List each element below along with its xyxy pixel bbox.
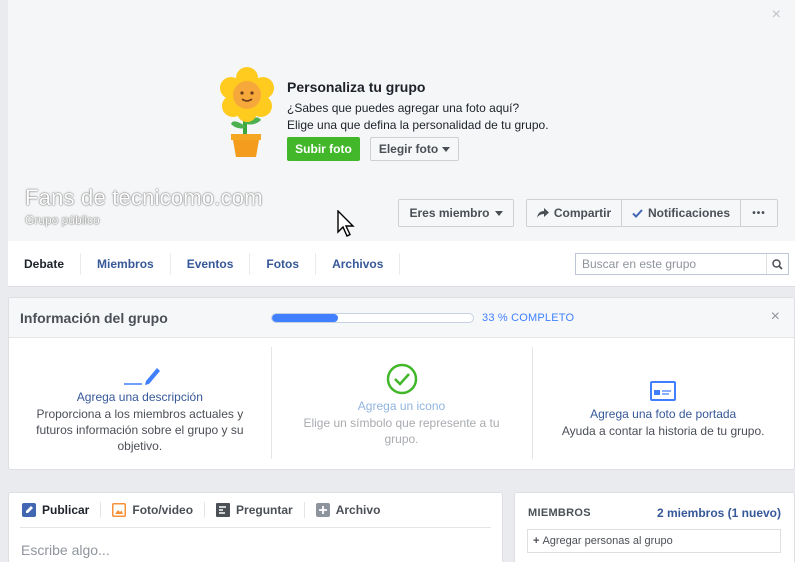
member-label: Eres miembro [409,206,490,220]
group-info-title: Información del grupo [20,310,168,326]
group-nav-bar: Debate Miembros Eventos Fotos Archivos [8,241,795,287]
add-description-link[interactable]: Agrega una descripción [9,390,271,404]
icon-help: Elige un símbolo que represente a tu gru… [303,416,500,446]
flower-icon [220,67,274,157]
caret-down-icon [494,210,503,216]
add-icon-link[interactable]: Agrega un icono [271,399,533,413]
tab-eventos[interactable]: Eventos [171,253,251,275]
progress-fill [272,314,339,322]
composer-tab-label: Archivo [335,503,381,517]
composer-tab-preguntar[interactable]: Preguntar [205,502,305,518]
edit-icon [22,503,36,517]
notifications-button[interactable]: Notificaciones [622,200,741,226]
search-icon [772,258,783,270]
add-members-placeholder: Agregar personas al grupo [542,535,673,547]
add-members-input[interactable]: + Agregar personas al grupo [527,529,781,553]
tab-fotos[interactable]: Fotos [250,253,317,275]
action-buttons: Compartir Notificaciones ••• [526,199,778,227]
share-button[interactable]: Compartir [527,200,622,226]
description-help: Proporciona a los miembros actuales y fu… [36,407,244,453]
group-search [575,253,789,275]
close-icon[interactable]: × [772,6,781,24]
group-tabs: Debate Miembros Eventos Fotos Archivos [8,241,401,287]
setup-columns: Agrega una descripción Proporciona a los… [9,339,794,469]
add-file-icon [315,503,330,517]
composer-tab-publicar[interactable]: Publicar [20,502,102,518]
composer-tabs: Publicar Foto/video Preguntar Archivo [20,493,491,528]
add-cover-link[interactable]: Agrega una foto de portada [532,407,794,421]
upload-photo-label: Subir foto [295,142,352,156]
cover-area: × Personaliza tu grupo ¿Sabes que puedes… [8,0,795,241]
members-count-link[interactable]: 2 miembros (1 nuevo) [657,506,781,520]
share-arrow-icon [536,208,549,218]
choose-photo-button[interactable]: Elegir foto [370,137,459,161]
choose-photo-label: Elegir foto [378,142,439,156]
more-options-button[interactable]: ••• [741,200,777,226]
tab-debate[interactable]: Debate [8,253,82,275]
group-name[interactable]: Fans de tecnicomo.com [25,185,263,211]
poll-icon [216,503,231,517]
caret-down-icon [442,146,451,152]
check-icon [632,208,643,218]
cover-help: Ayuda a contar la historia de tu grupo. [561,424,765,438]
customize-title: Personaliza tu grupo [287,79,426,95]
composer-tab-label: Publicar [42,503,90,517]
group-info-card: Información del grupo 33 % COMPLETO × Ag… [8,297,795,470]
customize-text: Elige una que defina la personalidad de … [287,118,549,132]
search-input[interactable] [576,257,766,271]
setup-description: Agrega una descripción Proporciona a los… [9,339,271,469]
group-info-header: Información del grupo 33 % COMPLETO × [9,298,794,338]
check-circle-icon [386,363,417,395]
upload-photo-button[interactable]: Subir foto [287,137,360,161]
progress-bar [271,313,474,323]
share-label: Compartir [553,206,612,220]
progress-label: 33 % COMPLETO [482,312,575,324]
composer-tab-archivo[interactable]: Archivo [305,502,392,518]
setup-icon: Agrega un icono Elige un símbolo que rep… [270,339,533,469]
plus-icon: + [533,535,540,547]
composer-tab-label: Foto/video [132,503,194,517]
notifications-label: Notificaciones [647,206,731,220]
cover-photo-icon [650,381,677,401]
customize-text: ¿Sabes que puedes agregar una foto aquí? [287,101,520,115]
composer-tab-label: Preguntar [236,503,293,517]
setup-cover: Agrega una foto de portada Ayuda a conta… [532,339,794,469]
close-icon[interactable]: × [771,308,780,326]
member-button[interactable]: Eres miembro [398,199,514,227]
members-title: MIEMBROS [528,507,591,519]
pencil-icon [123,368,160,385]
post-composer: Publicar Foto/video Preguntar Archivo Es… [8,492,503,562]
search-button[interactable] [766,254,788,274]
more-icon: ••• [752,207,766,219]
composer-input[interactable]: Escribe algo... [21,542,110,558]
tab-miembros[interactable]: Miembros [81,253,171,275]
mouse-cursor-icon [337,210,355,237]
photo-icon [112,503,127,517]
tab-archivos[interactable]: Archivos [316,253,401,275]
composer-tab-foto[interactable]: Foto/video [101,502,206,518]
members-card: MIEMBROS 2 miembros (1 nuevo) + Agregar … [514,492,795,562]
group-type: Grupo público [25,213,100,227]
